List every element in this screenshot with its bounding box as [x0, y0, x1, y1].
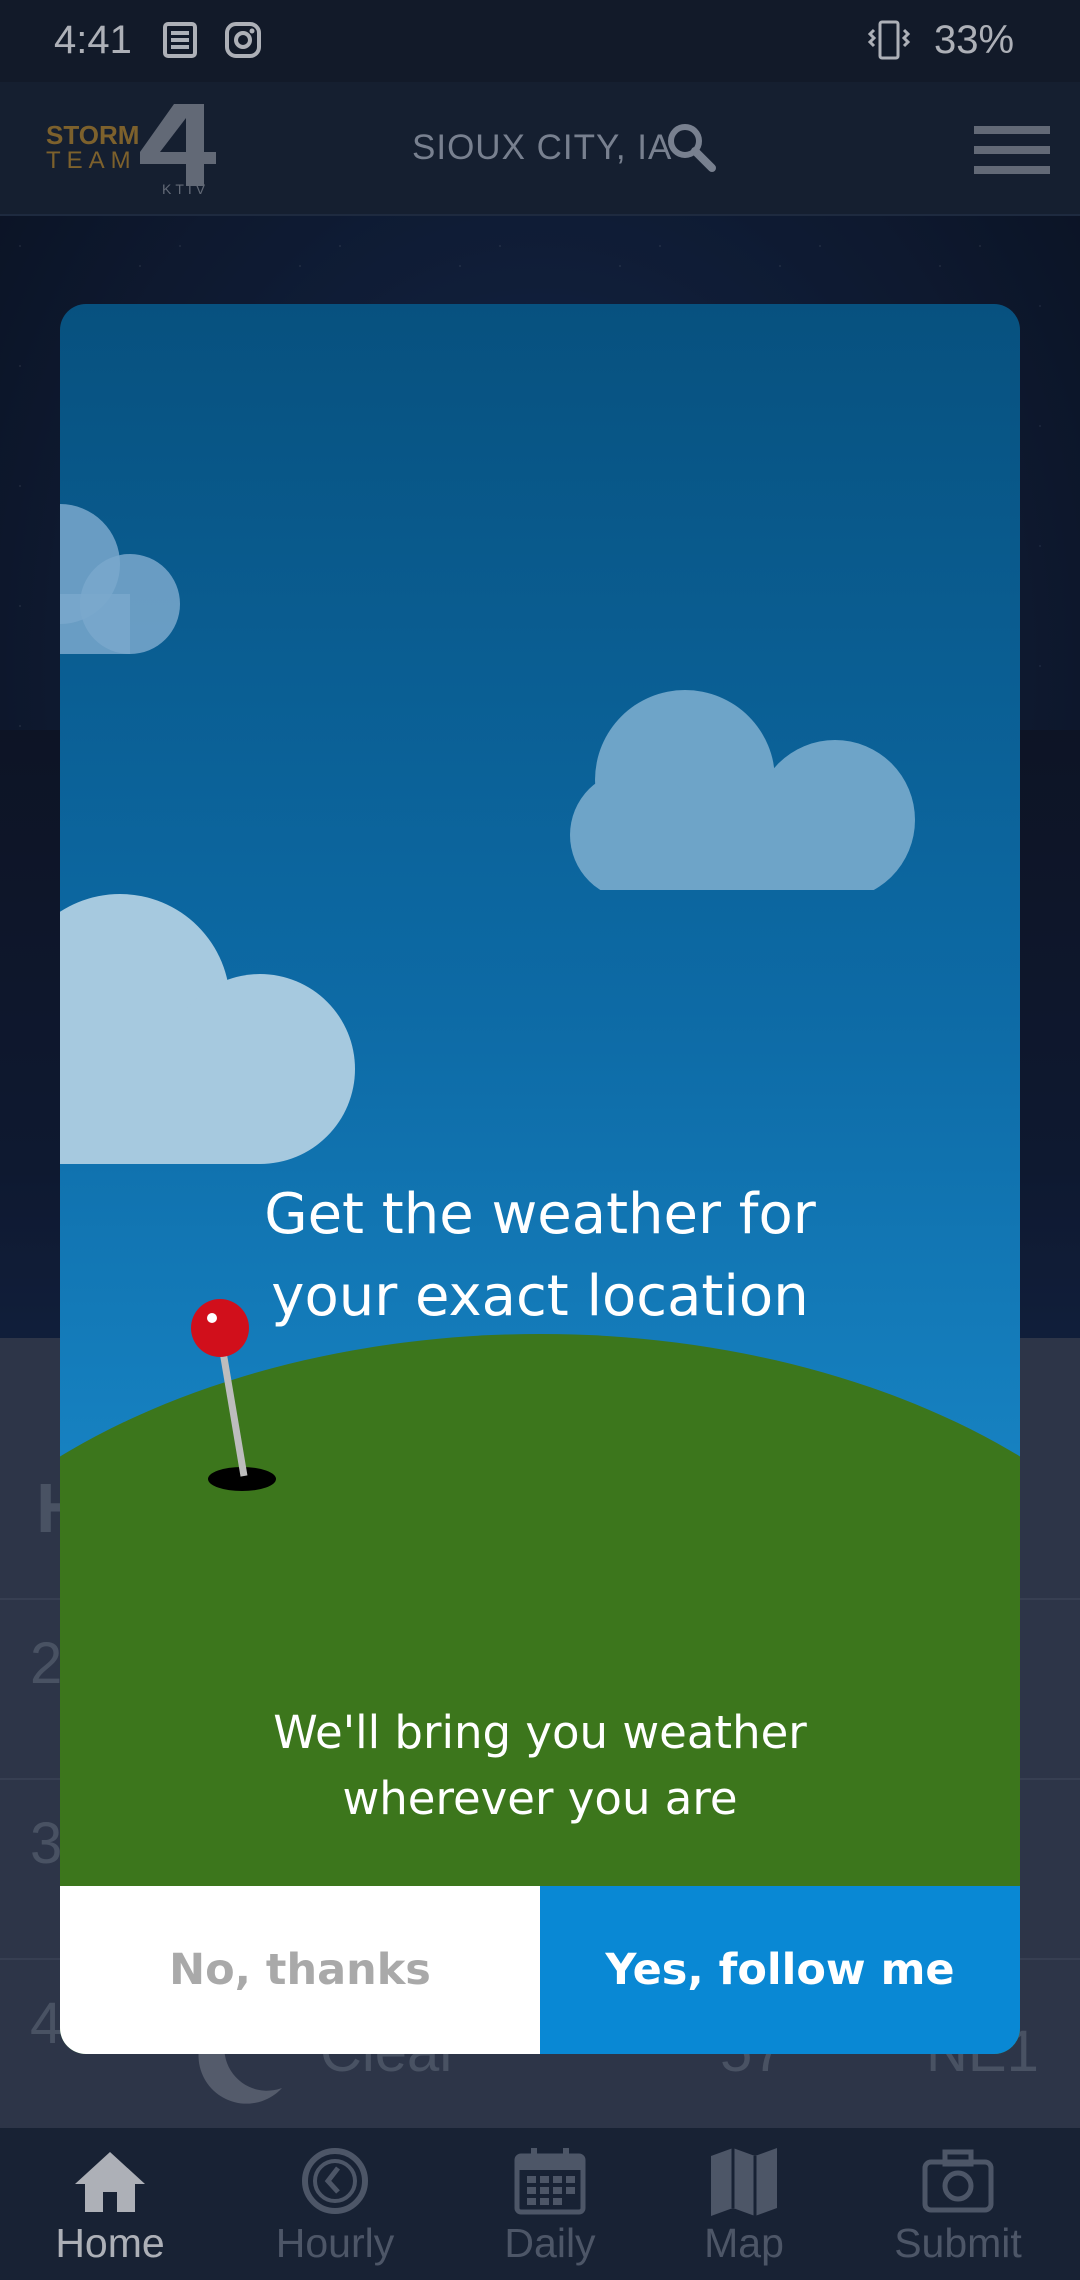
dialog-subtitle-line: We'll bring you weather: [273, 1706, 807, 1759]
decline-button[interactable]: No, thanks: [60, 1886, 540, 2054]
dialog-subtitle: We'll bring you weather wherever you are: [60, 1700, 1020, 1832]
dialog-title: Get the weather for your exact location: [60, 1174, 1020, 1338]
dialog-subtitle-line: wherever you are: [342, 1772, 738, 1825]
dialog-title-line: Get the weather for: [264, 1182, 816, 1247]
cloud-icon: [570, 690, 915, 890]
location-permission-dialog: Get the weather for your exact location …: [60, 304, 1020, 2054]
cloud-icon: [60, 894, 355, 1164]
dialog-title-line: your exact location: [271, 1264, 809, 1329]
accept-follow-button[interactable]: Yes, follow me: [540, 1886, 1020, 2054]
cloud-icon: [60, 504, 180, 654]
